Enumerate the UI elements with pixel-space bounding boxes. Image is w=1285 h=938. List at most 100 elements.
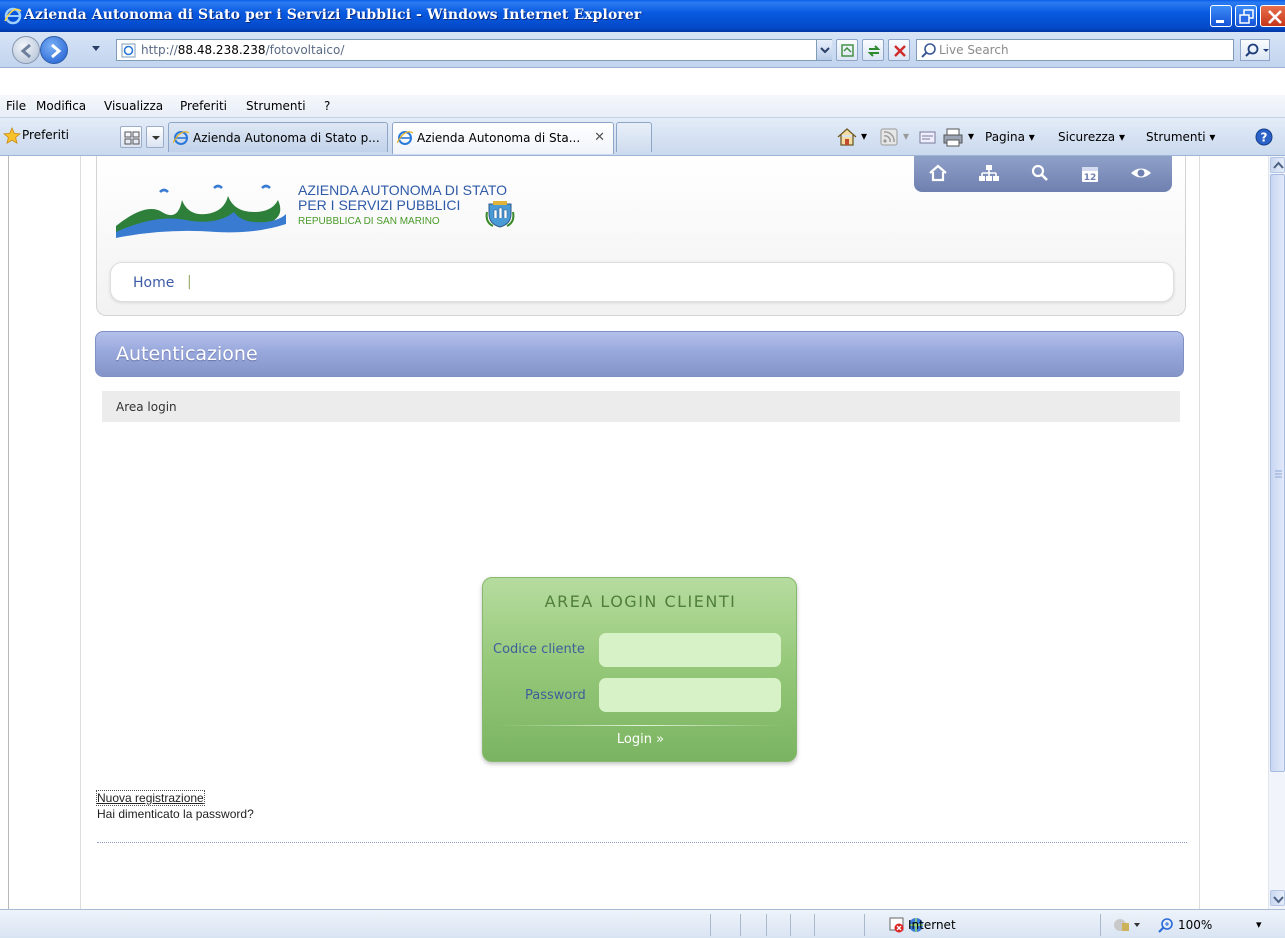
new-registration-link[interactable]: Nuova registrazione <box>96 790 205 806</box>
menu-modifica[interactable]: Modifica <box>36 99 86 113</box>
address-url[interactable]: http://88.48.238.238/fotovoltaico/ <box>141 43 344 57</box>
login-button[interactable]: Login » <box>483 732 798 747</box>
tab-list-button[interactable] <box>146 126 164 148</box>
address-toolbar: http://88.48.238.238/fotovoltaico/ Live … <box>0 32 1285 68</box>
help-icon[interactable]: ? <box>1254 127 1274 147</box>
close-tab-icon[interactable]: ✕ <box>594 130 605 145</box>
customer-code-label: Codice cliente <box>493 642 585 657</box>
tab-label: Azienda Autonoma di Sta... <box>417 131 581 145</box>
scroll-thumb[interactable] <box>1270 174 1285 772</box>
scroll-up-button[interactable] <box>1270 157 1285 173</box>
password-input[interactable] <box>599 678 781 712</box>
footer-divider <box>97 842 1187 843</box>
forward-arrow-icon <box>51 43 62 59</box>
search-button[interactable] <box>1240 39 1270 61</box>
search-go-icon <box>1245 43 1269 57</box>
read-mail-icon[interactable] <box>918 130 938 146</box>
status-divider <box>814 914 815 936</box>
address-field[interactable]: http://88.48.238.238/fotovoltaico/ <box>116 39 832 61</box>
close-icon <box>1268 10 1282 24</box>
site-logo-waves[interactable] <box>116 182 286 238</box>
window-titlebar[interactable]: Azienda Autonoma di Stato per i Servizi … <box>0 0 1285 32</box>
page-menu[interactable]: Pagina ▾ <box>985 130 1035 144</box>
home-icon[interactable] <box>836 127 858 147</box>
zoom-level[interactable]: 100% <box>1178 918 1212 932</box>
password-label: Password <box>525 688 586 703</box>
frame-border <box>8 156 9 909</box>
page-ie-icon <box>121 43 136 58</box>
address-dropdown-button[interactable] <box>816 40 832 60</box>
minimize-button[interactable] <box>1210 5 1232 27</box>
chevron-down-icon[interactable]: ▾ <box>903 129 909 143</box>
recent-pages-chevron-down-icon[interactable] <box>90 44 102 54</box>
status-divider <box>790 914 791 936</box>
tools-menu[interactable]: Strumenti ▾ <box>1146 130 1215 144</box>
page-menu-label: Pagina <box>985 130 1025 144</box>
forward-button[interactable] <box>40 36 68 64</box>
menu-bar: File Modifica Visualizza Preferiti Strum… <box>0 94 1285 118</box>
close-window-button[interactable] <box>1260 5 1285 27</box>
zoom-icon[interactable] <box>1158 917 1174 933</box>
vertical-scrollbar[interactable] <box>1268 156 1285 909</box>
status-divider <box>1100 914 1101 936</box>
home-icon[interactable] <box>928 164 948 185</box>
restore-button[interactable] <box>1235 5 1257 27</box>
chevron-down-icon <box>820 47 830 54</box>
menu-file[interactable]: File <box>6 99 26 113</box>
ie-tab-icon <box>397 131 413 145</box>
nav-separator: | <box>187 274 192 290</box>
chevron-down-icon[interactable]: ▾ <box>968 129 974 143</box>
refresh-button[interactable] <box>862 39 884 61</box>
forgot-password-link[interactable]: Hai dimenticato la password? <box>97 807 254 821</box>
compatibility-view-button[interactable] <box>836 39 858 61</box>
calendar-icon[interactable]: 12 <box>1080 164 1100 187</box>
org-name-line1: AZIENDA AUTONOMA DI STATO <box>298 182 508 198</box>
chevron-down-icon[interactable]: ▾ <box>861 129 867 143</box>
protected-mode-icon[interactable] <box>1112 917 1142 933</box>
main-nav: Home | <box>110 262 1174 302</box>
safety-menu[interactable]: Sicurezza ▾ <box>1058 130 1125 144</box>
sitemap-icon[interactable] <box>978 164 1000 185</box>
nav-home-link[interactable]: Home <box>133 275 174 291</box>
search-input[interactable]: Live Search <box>916 39 1234 61</box>
login-panel: AREA LOGIN CLIENTI Codice cliente Passwo… <box>482 577 797 762</box>
menu-preferiti[interactable]: Preferiti <box>180 99 227 113</box>
security-zone-label: Internet <box>908 918 956 932</box>
grip-icon <box>1275 470 1282 478</box>
chevron-down-icon <box>152 136 160 140</box>
safety-menu-label: Sicurezza <box>1058 130 1116 144</box>
org-country: REPUBBLICA DI SAN MARINO <box>298 216 440 227</box>
breadcrumb-bar: Area login <box>102 391 1180 422</box>
browser-viewport: 12 AZIENDA AUTONOMA DI STATO PER I SERVI… <box>0 156 1285 909</box>
search-icon[interactable] <box>1030 164 1050 185</box>
tab-azienda-2-active[interactable]: Azienda Autonoma di Sta... ✕ <box>392 122 614 154</box>
status-divider <box>710 914 711 936</box>
feeds-icon[interactable] <box>880 128 898 146</box>
customer-code-input[interactable] <box>599 633 781 667</box>
stop-button[interactable] <box>888 39 910 61</box>
login-title: AREA LOGIN CLIENTI <box>544 592 737 611</box>
contact-eye-icon[interactable] <box>1130 164 1152 185</box>
zoom-chevron-down-icon[interactable]: ▾ <box>1256 918 1262 931</box>
window-title: Azienda Autonoma di Stato per i Servizi … <box>24 7 642 23</box>
svg-text:?: ? <box>1261 131 1268 145</box>
status-divider <box>864 914 865 936</box>
favorites-button[interactable]: Preferiti <box>22 128 69 142</box>
tab-azienda-1[interactable]: Azienda Autonoma di Stato p... <box>168 122 388 152</box>
menu-strumenti[interactable]: Strumenti <box>246 99 306 113</box>
print-icon[interactable] <box>942 127 964 147</box>
tab-label: Azienda Autonoma di Stato p... <box>193 131 380 145</box>
favorites-star-icon[interactable] <box>3 127 21 145</box>
back-button[interactable] <box>12 36 40 64</box>
section-title: Autenticazione <box>116 343 258 365</box>
status-divider <box>766 914 767 936</box>
org-name-line2: PER I SERVIZI PUBBLICI <box>298 197 461 213</box>
quick-tabs-button[interactable] <box>120 126 142 148</box>
stop-icon <box>894 45 906 57</box>
search-placeholder: Live Search <box>939 43 1009 57</box>
menu-help[interactable]: ? <box>324 99 330 113</box>
new-tab-button[interactable] <box>616 122 652 152</box>
ie-logo-icon <box>4 7 22 25</box>
scroll-down-button[interactable] <box>1270 890 1285 906</box>
menu-visualizza[interactable]: Visualizza <box>104 99 163 113</box>
